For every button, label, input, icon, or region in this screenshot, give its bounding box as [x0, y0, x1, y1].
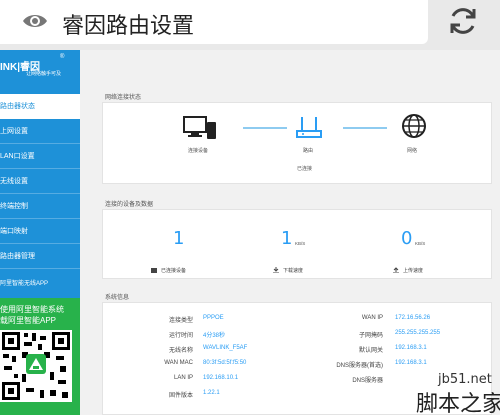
- sidebar-item-port-mapping[interactable]: 端口映射: [0, 219, 80, 244]
- qr-code-icon: [0, 330, 72, 402]
- info-label-conn-type: 连接类型: [168, 318, 193, 324]
- browser-toolbar: 睿因路由设置: [0, 0, 500, 50]
- info-label-wan-mac: WAN MAC: [164, 360, 193, 366]
- download-unit: KB/S: [295, 241, 306, 246]
- upload-icon: [393, 267, 399, 273]
- sidebar-menu: 路由器状态 上网设置 LAN口设置 无线设置 终端控制 端口映射 路由器管理: [0, 94, 80, 269]
- connection-status: 已连接: [297, 166, 313, 172]
- sidebar-item-router-management[interactable]: 路由器管理: [0, 244, 80, 269]
- screen: 睿因路由设置 INK|睿因 ® 让网络触手可及 路由器状态 上网设置 LAN口设…: [0, 0, 500, 415]
- info-label-ssid: 无线名称: [168, 348, 193, 354]
- router-admin-page: INK|睿因 ® 让网络触手可及 路由器状态 上网设置 LAN口设置 无线设置 …: [0, 50, 500, 415]
- link-line-left: [243, 127, 287, 129]
- info-value-subnet: 255.255.255.255: [395, 330, 441, 336]
- info-value-wan-ip: 172.16.56.26: [395, 315, 431, 321]
- info-value-firmware: 1.22.1: [203, 390, 220, 396]
- info-label-gateway: 默认网关: [358, 348, 383, 354]
- device-icon: [151, 268, 157, 273]
- network-status-panel: 网络连接状态 连接设备 路由 网络 已连接: [92, 88, 492, 188]
- sidebar-item-wireless[interactable]: 无线设置: [0, 169, 80, 194]
- network-status-title: 网络连接状态: [105, 95, 142, 101]
- page-title: 睿因路由设置: [62, 14, 195, 39]
- download-speed: 1: [281, 228, 293, 249]
- info-label-dns-primary: DNS服务器(首选): [336, 363, 383, 369]
- info-value-gateway: 192.168.3.1: [395, 345, 427, 351]
- sidebar-item-router-status[interactable]: 路由器状态: [0, 94, 80, 119]
- router-icon: [296, 117, 322, 138]
- app-promo-heading[interactable]: 阿里智能无线APP: [0, 278, 80, 287]
- download-label: 下载速度: [283, 268, 304, 274]
- info-value-conn-type: PPPOE: [203, 315, 224, 321]
- upload-label: 上传速度: [403, 268, 424, 274]
- link-line-right: [343, 127, 387, 129]
- info-label-firmware: 固件版本: [168, 393, 193, 399]
- device-label: 连接设备: [188, 148, 209, 154]
- connected-label: 已连接设备: [161, 268, 187, 274]
- app-promo-banner[interactable]: 使用阿里智能系统 载阿里智能APP: [0, 298, 80, 415]
- info-label-dns-secondary: DNS服务器: [352, 378, 383, 384]
- info-value-wan-mac: 80:3f:5d:5f:f5:50: [203, 360, 247, 366]
- info-value-ssid: WAVLINK_F5AF: [203, 345, 248, 351]
- connected-count: 1: [173, 228, 185, 249]
- download-icon: [273, 267, 279, 273]
- info-label-lan-ip: LAN IP: [173, 375, 193, 381]
- upload-unit: KB/S: [415, 241, 426, 246]
- app-promo-text: 使用阿里智能系统 载阿里智能APP: [0, 304, 64, 326]
- router-label: 路由: [303, 148, 314, 154]
- upload-speed: 0: [401, 228, 413, 249]
- devices-card: 1 已连接设备 1 KB/S 下载速度 0 KB/S 上传速度: [102, 209, 492, 279]
- globe-icon: [402, 114, 426, 138]
- registered-mark: ®: [60, 54, 65, 60]
- system-info-title: 系统信息: [105, 295, 130, 301]
- sidebar-item-internet[interactable]: 上网设置: [0, 119, 80, 144]
- reload-icon[interactable]: [446, 4, 480, 38]
- network-status-card: 连接设备 路由 网络 已连接: [102, 102, 492, 184]
- logo-slogan: 让网络触手可及: [26, 71, 62, 77]
- watermark-site: jb51.net: [438, 372, 492, 387]
- sidebar: INK|睿因 ® 让网络触手可及 路由器状态 上网设置 LAN口设置 无线设置 …: [0, 50, 80, 415]
- info-label-uptime: 运行时间: [168, 333, 193, 339]
- info-value-uptime: 4分38秒: [203, 333, 226, 339]
- promo-line-1: 使用阿里智能系统: [0, 305, 64, 314]
- brand-logo: INK|睿因 ® 让网络触手可及: [0, 52, 80, 78]
- promo-line-2: 载阿里智能APP: [0, 316, 57, 325]
- address-bar[interactable]: 睿因路由设置: [0, 0, 428, 44]
- eye-icon: [23, 15, 47, 27]
- internet-label: 网络: [407, 148, 418, 154]
- info-label-wan-ip: WAN IP: [361, 315, 383, 321]
- sidebar-item-lan[interactable]: LAN口设置: [0, 144, 80, 169]
- watermark-name: 脚本之家: [416, 392, 500, 415]
- devices-title: 连接的设备及数据: [105, 202, 154, 208]
- sidebar-item-terminal-control[interactable]: 终端控制: [0, 194, 80, 219]
- devices-panel: 连接的设备及数据 1 已连接设备 1 KB/S 下载速度 0 KB/S 上传速度: [92, 195, 492, 285]
- computer-icon: [183, 116, 216, 139]
- info-label-subnet: 子网掩码: [358, 333, 383, 339]
- info-value-dns-primary: 192.168.3.1: [395, 360, 427, 366]
- info-value-lan-ip: 192.168.10.1: [203, 375, 239, 381]
